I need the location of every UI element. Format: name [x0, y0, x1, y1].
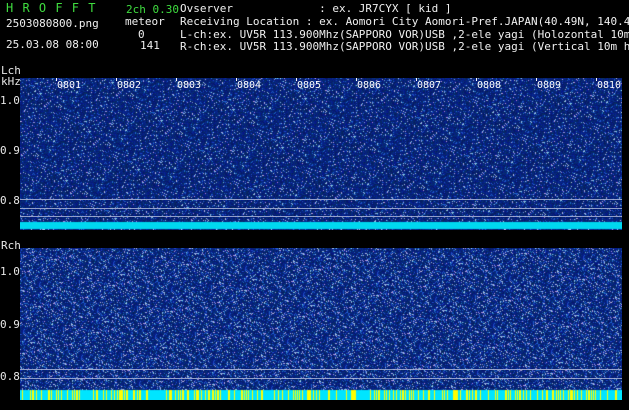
time-tick-label: 0802: [117, 80, 142, 91]
lch-marker-line: [20, 216, 622, 217]
rch-channel-label: Rch: [1, 239, 21, 252]
lch-unit-label: kHz: [1, 75, 21, 88]
hroft-window: H R O F F T 2503080800.png 25.03.08 08:0…: [0, 0, 629, 410]
time-tick-label: 0806: [357, 80, 382, 91]
file-name: 2503080800.png: [6, 17, 99, 30]
lch-marker-line: [20, 208, 622, 209]
time-tick-label: 0805: [297, 80, 322, 91]
time-tick-mark: [356, 78, 357, 81]
time-tick-mark: [56, 78, 57, 81]
meteor-label: meteor: [125, 15, 165, 28]
time-tick-mark: [416, 78, 417, 81]
rch-spectrogram: [20, 248, 622, 400]
time-tick-mark: [596, 78, 597, 81]
rch-receiver-info: R-ch:ex. UV5R 113.900Mhz(SAPPORO VOR)USB…: [180, 40, 629, 53]
time-tick-mark: [296, 78, 297, 81]
app-logo: H R O F F T: [6, 1, 97, 15]
time-tick-label: 0810: [597, 80, 622, 91]
lch-spectrogram: 0801 0802 0803 0804 0805 0806 0807 0808 0809 0810: [20, 78, 622, 230]
rch-tick-0-9: 0.9: [0, 318, 20, 331]
time-tick-label: 0808: [477, 80, 502, 91]
time-tick-mark: [476, 78, 477, 81]
time-tick-mark: [176, 78, 177, 81]
lch-tick-0-8: 0.8: [0, 194, 20, 207]
observer-info: Ovserver : ex. JR7CYX [ kid ]: [180, 2, 452, 15]
time-tick-label: 0801: [57, 80, 82, 91]
lch-marker-line: [20, 199, 622, 200]
rch-tick-1-0: 1.0: [0, 265, 20, 278]
capture-datetime: 25.03.08 08:00: [6, 38, 99, 51]
rch-marker-line: [20, 378, 622, 379]
lch-tick-1-0: 1.0: [0, 94, 20, 107]
time-tick-mark: [236, 78, 237, 81]
location-info: Receiving Location : ex. Aomori City Aom…: [180, 15, 629, 28]
time-tick-label: 0804: [237, 80, 262, 91]
time-tick-label: 0807: [417, 80, 442, 91]
rch-meteor-count: 141: [140, 39, 160, 52]
time-tick-mark: [536, 78, 537, 81]
time-tick-mark: [116, 78, 117, 81]
rch-tick-0-8: 0.8: [0, 370, 20, 383]
time-tick-label: 0803: [177, 80, 202, 91]
lch-tick-0-9: 0.9: [0, 144, 20, 157]
time-tick-label: 0809: [537, 80, 562, 91]
rch-marker-line: [20, 369, 622, 370]
